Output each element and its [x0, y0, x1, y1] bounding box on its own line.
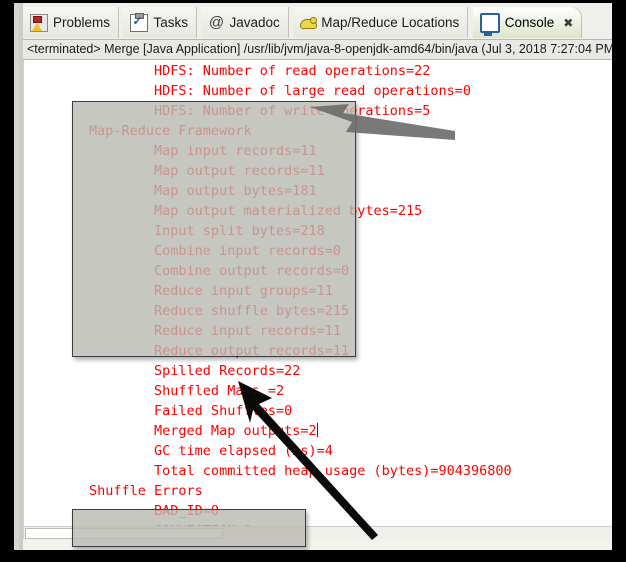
- screenshot-root: Problems Tasks @ Javadoc Map/Reduce Loca…: [0, 0, 626, 562]
- tab-javadoc[interactable]: @ Javadoc: [201, 7, 289, 38]
- close-icon[interactable]: ✖: [563, 17, 573, 29]
- tab-javadoc-label: Javadoc: [229, 15, 280, 30]
- tab-console-label: Console: [504, 15, 555, 30]
- tab-problems[interactable]: Problems: [23, 7, 120, 38]
- console-output-area[interactable]: HDFS: Number of read operations=22 HDFS:…: [23, 60, 612, 539]
- view-tab-bar: Problems Tasks @ Javadoc Map/Reduce Loca…: [23, 3, 612, 40]
- tasks-icon: [130, 12, 149, 32]
- tab-tasks[interactable]: Tasks: [123, 7, 197, 38]
- launch-configuration-label: <terminated> Merge [Java Application] /u…: [23, 40, 612, 60]
- window-border-left: [0, 0, 14, 562]
- tab-problems-label: Problems: [53, 15, 111, 30]
- tab-map-reduce-locations[interactable]: Map/Reduce Locations: [293, 7, 469, 38]
- problems-icon: [30, 13, 48, 32]
- window-border-bottom: [0, 550, 626, 562]
- console-output-text: HDFS: Number of read operations=22 HDFS:…: [24, 63, 512, 539]
- tab-console[interactable]: Console ✖: [472, 7, 582, 38]
- text-caret: [316, 423, 318, 437]
- console-view-panel: Problems Tasks @ Javadoc Map/Reduce Loca…: [23, 3, 612, 550]
- tab-map-reduce-locations-label: Map/Reduce Locations: [321, 15, 460, 30]
- horizontal-scrollbar[interactable]: [24, 526, 612, 539]
- mapreduce-icon: [300, 15, 318, 31]
- console-icon: [479, 12, 500, 36]
- javadoc-icon: @: [208, 13, 225, 31]
- window-border-right: [612, 0, 626, 562]
- tab-tasks-label: Tasks: [153, 15, 188, 30]
- horizontal-scrollbar-thumb[interactable]: [25, 528, 223, 539]
